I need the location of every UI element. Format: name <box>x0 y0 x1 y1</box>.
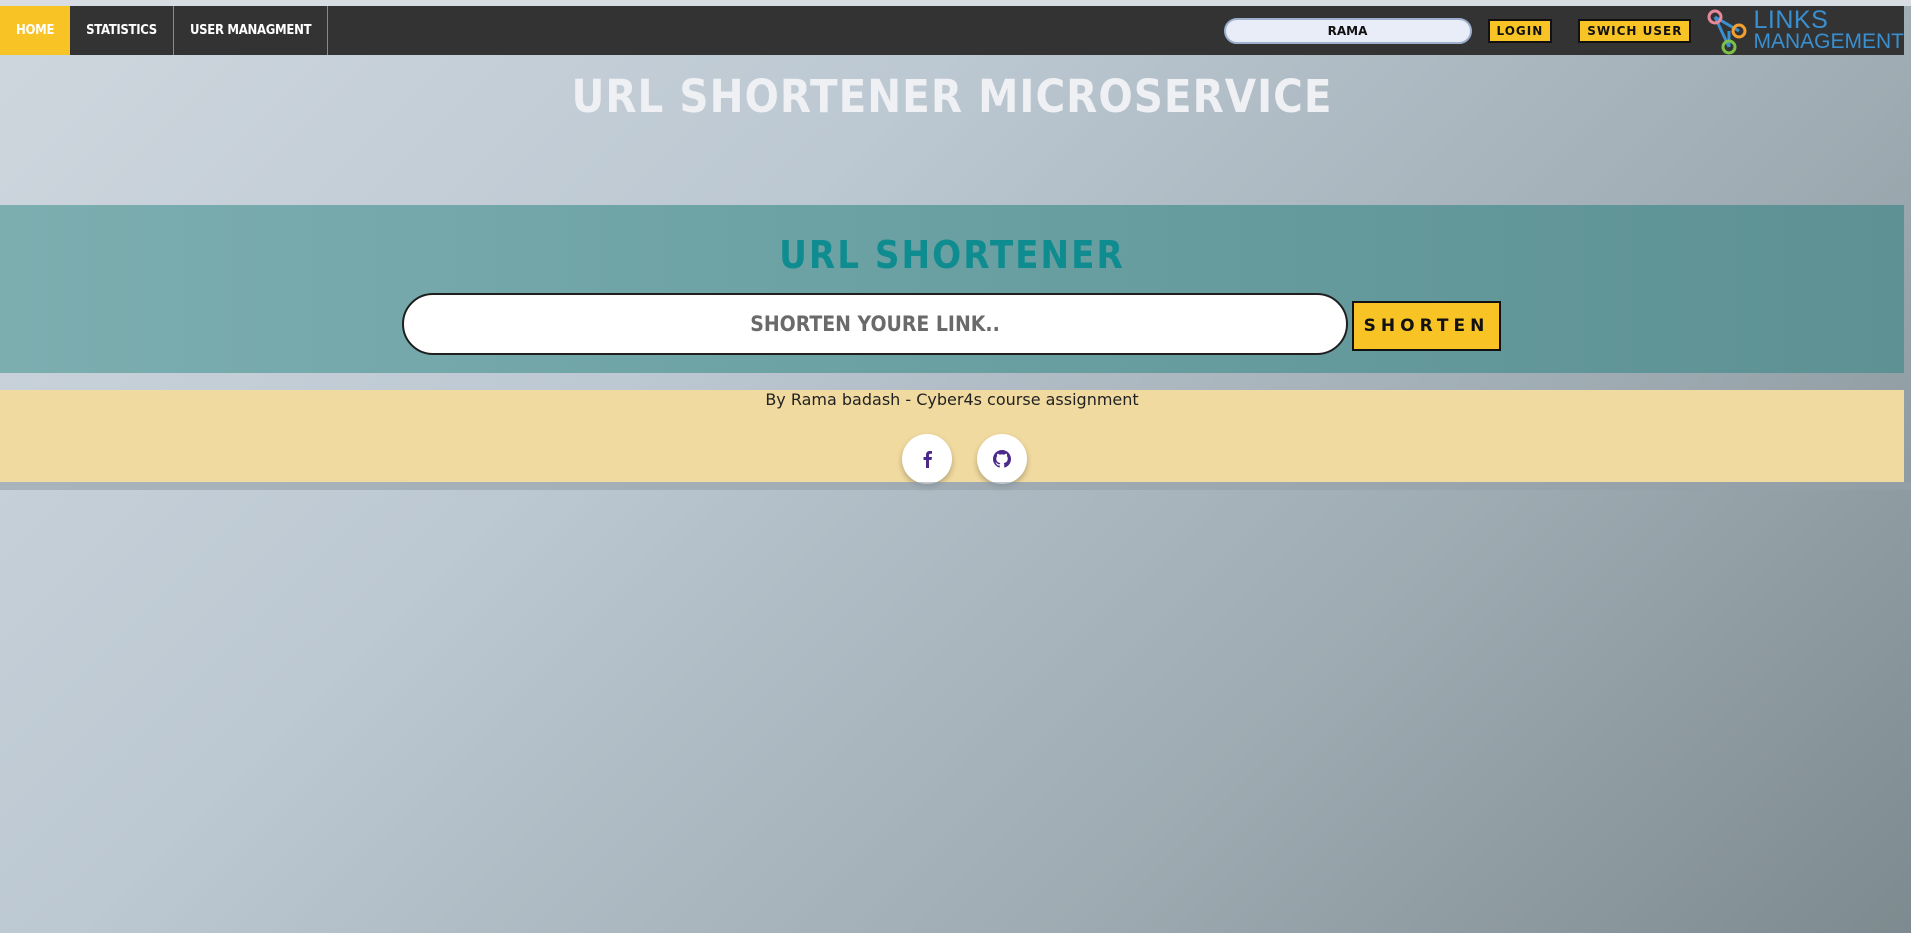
username-field[interactable]: RAMA <box>1223 17 1472 44</box>
page-title: URL SHORTENER MICROSERVICE <box>571 70 1333 123</box>
footer-credit: By Rama badash - Cyber4s course assignme… <box>765 390 1139 409</box>
switch-user-button[interactable]: Swich User <box>1578 18 1692 43</box>
logo-text: LINKS MANAGEMENT <box>1753 5 1904 53</box>
section-title: URL SHORTENER <box>779 233 1125 277</box>
facebook-link[interactable] <box>902 434 952 484</box>
nav-right-group: RAMA Login Swich User LINKS MANAGEMENT <box>1223 6 1904 55</box>
nav-statistics[interactable]: Statistics <box>70 6 174 55</box>
links-management-logo: LINKS MANAGEMENT <box>1705 6 1904 55</box>
url-shortener-section: URL SHORTENER Shorten <box>0 205 1904 373</box>
logo-line-2: MANAGEMENT <box>1753 29 1904 53</box>
footer: By Rama badash - Cyber4s course assignme… <box>0 390 1904 484</box>
navbar: Home Statistics User Managment RAMA Logi… <box>0 6 1904 55</box>
footer-shadow <box>0 482 1911 490</box>
facebook-icon <box>923 451 932 468</box>
nav-home[interactable]: Home <box>0 6 71 55</box>
github-link[interactable] <box>977 434 1027 484</box>
link-nodes-icon <box>1707 9 1747 54</box>
link-input[interactable] <box>402 293 1348 355</box>
shorten-button[interactable]: Shorten <box>1352 301 1501 351</box>
logo-line-1: LINKS <box>1753 5 1829 34</box>
github-icon <box>993 450 1011 468</box>
login-button[interactable]: Login <box>1487 18 1553 43</box>
nav-user-managment[interactable]: User Managment <box>174 6 329 55</box>
